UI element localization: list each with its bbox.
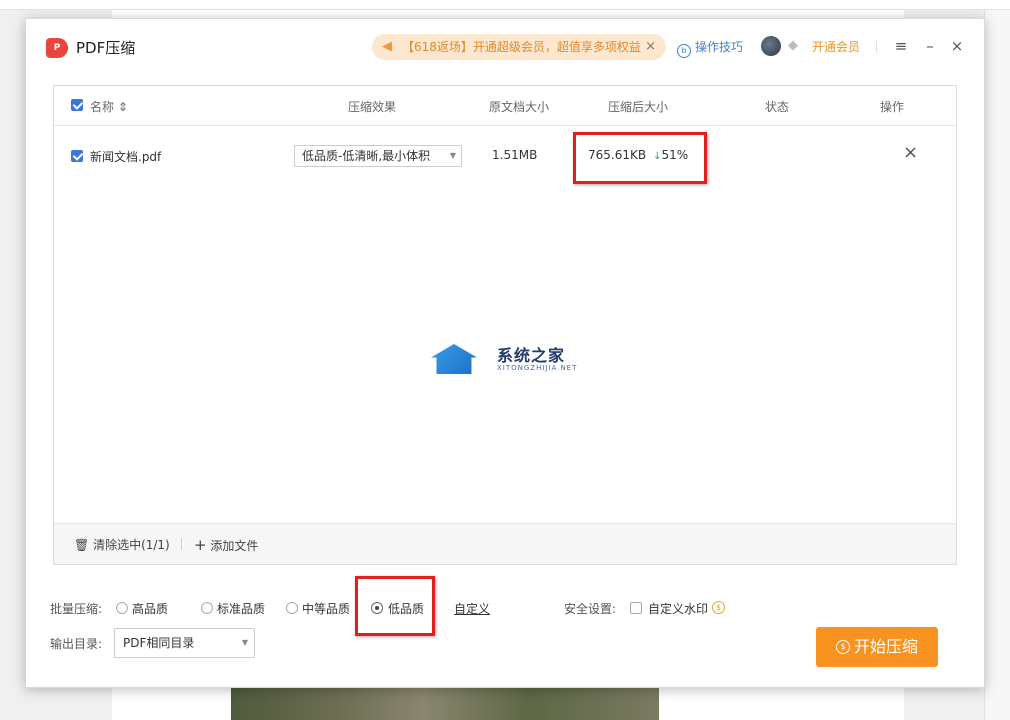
compression-effect-select[interactable]: 低品质-低清晰,最小体积 ▼ [294, 145, 462, 167]
column-name[interactable]: 名称 ⇕ [90, 98, 128, 115]
column-effect: 压缩效果 [348, 100, 397, 114]
output-directory-value: PDF相同目录 [123, 636, 195, 650]
app-title: PDF压缩 [76, 39, 136, 57]
radio-high-quality[interactable] [116, 602, 128, 614]
select-all-checkbox[interactable] [71, 99, 83, 111]
radio-medium-quality-label[interactable]: 中等品质 [302, 600, 350, 617]
highlight-low-quality [355, 576, 435, 636]
menu-icon[interactable]: ≡ [892, 35, 910, 57]
add-file-label: 添加文件 [210, 539, 259, 553]
column-action: 操作 [880, 100, 905, 114]
background-document-image [231, 688, 659, 720]
tips-link[interactable]: b 操作技巧 [677, 38, 743, 58]
pdf-compress-dialog: P PDF压缩 ◀ 【618返场】开通超级会员，超值享多项权益 × b 操作技巧 … [25, 18, 985, 688]
custom-watermark-label[interactable]: 自定义水印 [648, 600, 708, 617]
watermark-title: 系统之家 [497, 346, 566, 365]
tips-label: 操作技巧 [695, 40, 744, 54]
start-compress-button[interactable]: $ 开始压缩 [816, 627, 938, 667]
output-directory-select[interactable]: PDF相同目录 ▼ [114, 628, 255, 658]
chevron-down-icon: ▼ [449, 151, 456, 160]
clear-selected-button[interactable]: 🗑 清除选中(1/1) [74, 536, 170, 553]
watermark-logo: 系统之家 XITONGZHIJIA.NET [427, 338, 587, 398]
title-bar: P PDF压缩 ◀ 【618返场】开通超级会员，超值享多项权益 × b 操作技巧 … [26, 19, 984, 75]
radio-standard-quality[interactable] [201, 602, 213, 614]
file-name: 新闻文档.pdf [90, 150, 162, 164]
play-circle-icon: b [677, 44, 691, 58]
house-logo-icon [431, 344, 477, 374]
vip-diamond-icon: ◆ [788, 38, 798, 53]
header-divider [876, 41, 877, 53]
table-header: 名称 ⇕ 压缩效果 原文档大小 压缩后大小 状态 操作 [54, 86, 956, 126]
coin-icon: $ [836, 640, 850, 654]
open-vip-link[interactable]: 开通会员 [812, 38, 860, 55]
batch-label: 批量压缩: [50, 602, 103, 616]
radio-high-quality-label[interactable]: 高品质 [132, 600, 168, 617]
promo-text: 【618返场】开通超级会员，超值享多项权益 [402, 40, 641, 54]
effect-value: 低品质-低清晰,最小体积 [302, 149, 431, 163]
custom-watermark-checkbox[interactable] [630, 602, 642, 614]
add-file-button[interactable]: + 添加文件 [194, 536, 258, 554]
coin-icon: $ [712, 601, 725, 614]
row-checkbox[interactable] [71, 150, 83, 162]
footer-divider [181, 538, 182, 550]
table-footer: 🗑 清除选中(1/1) + 添加文件 [54, 523, 956, 564]
column-original-size: 原文档大小 [489, 100, 550, 114]
remove-file-icon[interactable]: × [903, 143, 918, 163]
column-compressed-size: 压缩后大小 [608, 100, 669, 114]
trash-icon: 🗑 [74, 538, 90, 552]
watermark-subtitle: XITONGZHIJIA.NET [497, 364, 578, 372]
pdf-logo-icon: P [46, 38, 68, 58]
custom-link[interactable]: 自定义 [454, 600, 490, 617]
start-compress-label: 开始压缩 [854, 637, 919, 656]
plus-icon: + [194, 536, 207, 554]
file-table: 名称 ⇕ 压缩效果 原文档大小 压缩后大小 状态 操作 新闻文档.pdf 低品质… [53, 85, 957, 565]
chevron-down-icon: ▼ [241, 638, 248, 647]
background-side-panel [984, 10, 1010, 720]
promo-banner[interactable]: ◀ 【618返场】开通超级会员，超值享多项权益 × [372, 34, 666, 60]
promo-close-icon[interactable]: × [645, 34, 656, 60]
speaker-icon: ◀ [382, 39, 392, 54]
background-toolbar [0, 0, 1010, 10]
original-size: 1.51MB [492, 148, 538, 162]
minimize-icon[interactable]: – [921, 35, 939, 57]
column-status: 状态 [765, 100, 790, 114]
radio-standard-quality-label[interactable]: 标准品质 [217, 600, 265, 617]
close-icon[interactable]: × [948, 35, 966, 57]
security-label: 安全设置: [564, 602, 617, 616]
clear-selected-label: 清除选中(1/1) [93, 538, 170, 552]
highlight-compressed-size [573, 132, 707, 184]
radio-medium-quality[interactable] [286, 602, 298, 614]
avatar[interactable] [761, 36, 781, 56]
output-label: 输出目录: [50, 637, 103, 651]
